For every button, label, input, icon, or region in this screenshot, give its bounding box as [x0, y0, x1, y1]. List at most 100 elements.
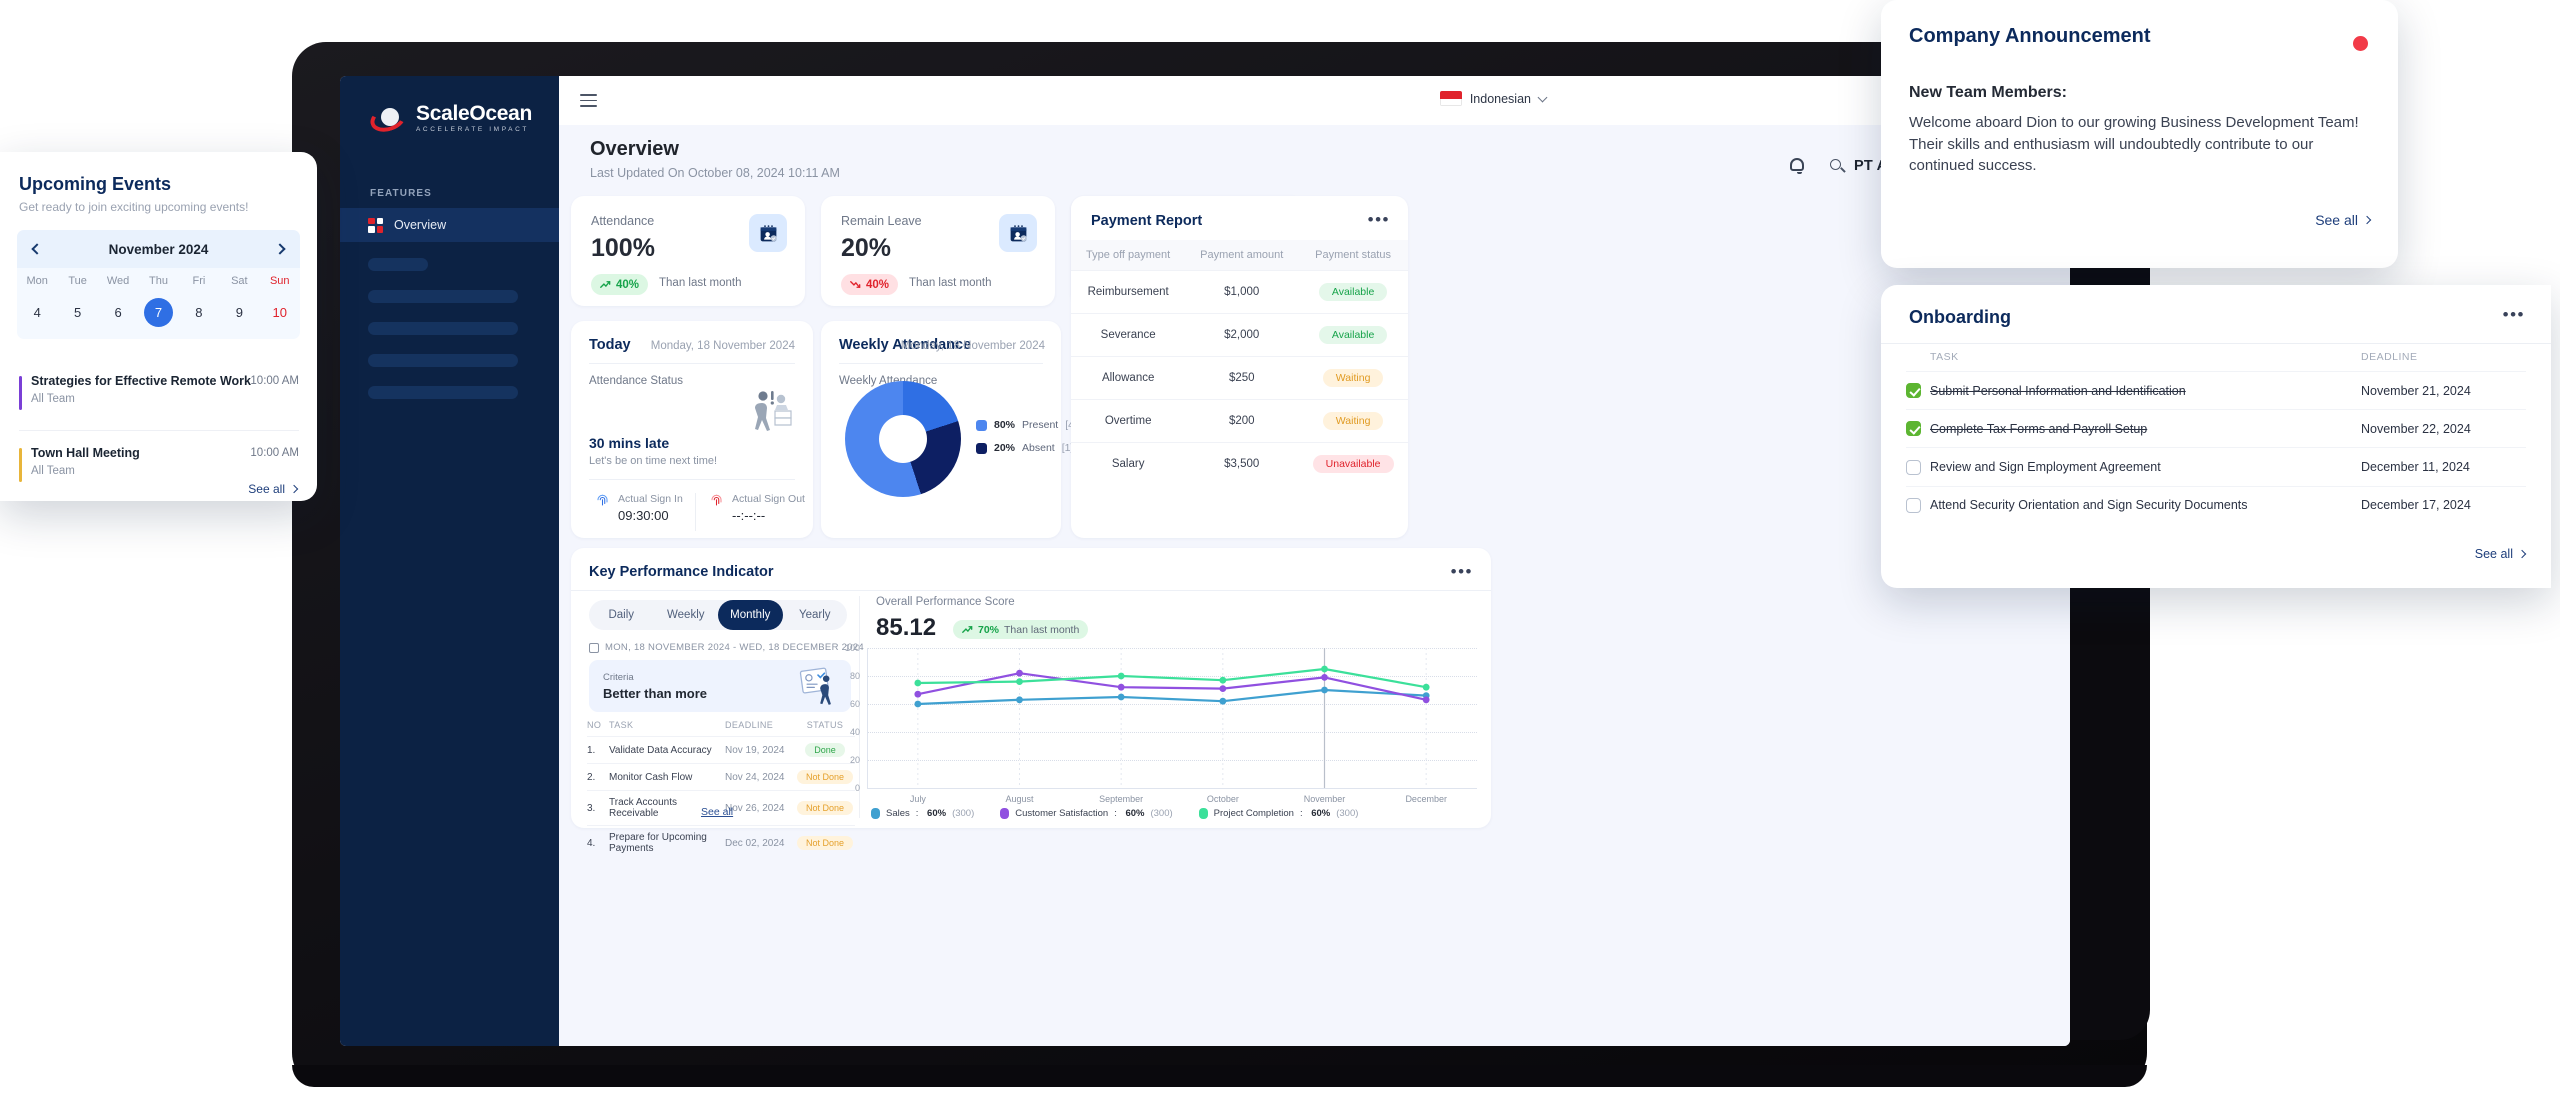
x-tick: December [1375, 794, 1477, 804]
chevron-right-icon [2363, 216, 2371, 224]
legend-item-sales: Sales: 60%(300) [871, 808, 974, 819]
calendar-icon [589, 643, 599, 653]
checkbox-unchecked[interactable] [1906, 460, 1921, 475]
calendar-day[interactable]: 9 [219, 298, 259, 327]
checkbox-checked[interactable] [1906, 383, 1921, 398]
announcement-see-all-link[interactable]: See all [2315, 212, 2370, 228]
kpi-period-tabs[interactable]: Daily Weekly Monthly Yearly [589, 600, 847, 630]
table-row: Overtime$200Waiting [1071, 400, 1408, 443]
payment-amount: $1,000 [1185, 271, 1298, 314]
event-time: 10:00 AM [250, 447, 299, 459]
criteria-illustration-icon [797, 666, 839, 711]
today-card: Today Monday, 18 November 2024 Attendanc… [571, 321, 813, 538]
task-deadline: Nov 19, 2024 [725, 737, 795, 764]
chevron-left-icon[interactable] [31, 243, 42, 254]
sidebar-item-overview[interactable]: Overview [340, 208, 559, 242]
events-see-all-link[interactable]: See all [248, 482, 297, 496]
main-content: Attendance 100% 40% Than last month Rema… [559, 181, 2070, 1046]
stat-value: 100% [591, 234, 655, 263]
weekly-attendance-card: Weekly Attendance Monday, 18 November 20… [821, 321, 1061, 538]
payment-status: Unavailable [1298, 443, 1408, 486]
weekly-date: Monday, 18 November 2024 [901, 340, 1045, 352]
bell-icon[interactable] [1790, 158, 1809, 177]
onboarding-task: Review and Sign Employment Agreement [1930, 448, 2361, 486]
weekday-label: Sun [260, 275, 300, 287]
calendar-day[interactable]: 4 [17, 298, 57, 327]
onboarding-task: Complete Tax Forms and Payroll Setup [1930, 410, 2361, 448]
criteria-label: Criteria [603, 672, 634, 683]
legend-label: Present [1022, 419, 1058, 431]
announcement-heading: New Team Members: [1909, 84, 2067, 102]
see-all-label: See all [2315, 212, 2358, 228]
table-row: Attend Security Orientation and Sign Sec… [1906, 486, 2526, 524]
app-window: ScaleOcean ACCELERATE IMPACT FEATURES Ov… [340, 76, 2070, 1046]
tab-monthly[interactable]: Monthly [718, 600, 783, 630]
legend-item-absent: 20% Absent [1] [976, 442, 1077, 454]
events-calendar: November 2024 Mon Tue Wed Thu Fri Sat Su… [17, 230, 300, 339]
table-row: Review and Sign Employment AgreementDece… [1906, 448, 2526, 486]
legend-label: Customer Satisfaction [1015, 808, 1108, 819]
performance-line-chart: 100 80 60 40 20 0 [867, 648, 1477, 788]
calendar-day[interactable]: 10 [260, 298, 300, 327]
payment-amount: $3,500 [1185, 443, 1298, 486]
legend-percent: 80% [994, 419, 1015, 431]
y-tick: 60 [850, 699, 860, 709]
tab-yearly[interactable]: Yearly [783, 600, 848, 630]
onboarding-card: Onboarding ••• TASK DEADLINE Submit Pers… [1881, 285, 2551, 588]
calendar-day-selected[interactable]: 7 [138, 298, 178, 327]
table-row: Reimbursement$1,000Available [1071, 271, 1408, 314]
onboarding-deadline: November 22, 2024 [2361, 410, 2526, 448]
stat-title: Remain Leave [841, 214, 922, 228]
y-tick: 80 [850, 671, 860, 681]
table-row: 2.Monitor Cash FlowNov 24, 2024Not Done [587, 764, 855, 791]
column-header: TASK [1930, 351, 2361, 372]
table-row: Complete Tax Forms and Payroll SetupNove… [1906, 410, 2526, 448]
brand-tagline: ACCELERATE IMPACT [416, 127, 532, 134]
onboarding-see-all-link[interactable]: See all [2475, 547, 2525, 561]
hamburger-icon[interactable] [580, 94, 597, 107]
status-badge: Available [1319, 326, 1387, 344]
calendar-day-label: 7 [144, 298, 173, 327]
kpi-date-range[interactable]: MON, 18 NOVEMBER 2024 - WED, 18 DECEMBER… [589, 642, 864, 653]
brand-logo[interactable]: ScaleOcean ACCELERATE IMPACT [370, 103, 532, 134]
tab-daily[interactable]: Daily [589, 600, 654, 630]
checkbox-unchecked[interactable] [1906, 498, 1921, 513]
event-time: 10:00 AM [250, 375, 299, 387]
calendar-day[interactable]: 8 [179, 298, 219, 327]
legend-percent: 20% [994, 442, 1015, 454]
status-badge: Not Done [797, 801, 853, 815]
table-row: Severance$2,000Available [1071, 314, 1408, 357]
chevron-right-icon[interactable] [274, 243, 285, 254]
legend-count: (300) [952, 808, 974, 819]
attendance-status-label: Attendance Status [589, 375, 683, 387]
weekday-label: Thu [138, 275, 178, 287]
legend-swatch [976, 443, 987, 454]
x-tick: August [969, 794, 1071, 804]
tab-weekly[interactable]: Weekly [654, 600, 719, 630]
more-horizontal-icon[interactable]: ••• [2503, 311, 2525, 319]
calendar-day-row: 4 5 6 7 8 9 10 [17, 294, 300, 339]
sign-in-value: 09:30:00 [618, 508, 683, 523]
more-horizontal-icon[interactable]: ••• [1451, 568, 1473, 576]
payment-type: Overtime [1071, 400, 1185, 443]
stat-value: 20% [841, 234, 891, 263]
status-badge: Waiting [1323, 412, 1384, 430]
sidebar-item-label: Overview [394, 218, 446, 232]
calendar-day[interactable]: 5 [57, 298, 97, 327]
legend-count: (300) [1336, 808, 1358, 819]
table-row: 1.Validate Data AccuracyNov 19, 2024Done [587, 737, 855, 764]
more-horizontal-icon[interactable]: ••• [1368, 216, 1390, 224]
event-name: Strategies for Effective Remote Work [31, 374, 251, 388]
checkbox-checked[interactable] [1906, 421, 1921, 436]
calendar-user-icon [999, 214, 1037, 252]
score-label: Overall Performance Score [876, 596, 1015, 608]
device-frame-bottom [292, 1065, 2147, 1087]
payment-report-table: Type off payment Payment amount Payment … [1071, 240, 1408, 485]
calendar-day[interactable]: 6 [98, 298, 138, 327]
language-selector[interactable]: Indonesian [1440, 91, 1546, 106]
kpi-see-all-link[interactable]: See all [701, 806, 733, 818]
late-illustration-icon [737, 383, 799, 445]
task-name: Monitor Cash Flow [609, 764, 725, 791]
trend-up-icon [600, 280, 611, 289]
table-header-row: NO TASK DEADLINE STATUS [587, 720, 855, 737]
